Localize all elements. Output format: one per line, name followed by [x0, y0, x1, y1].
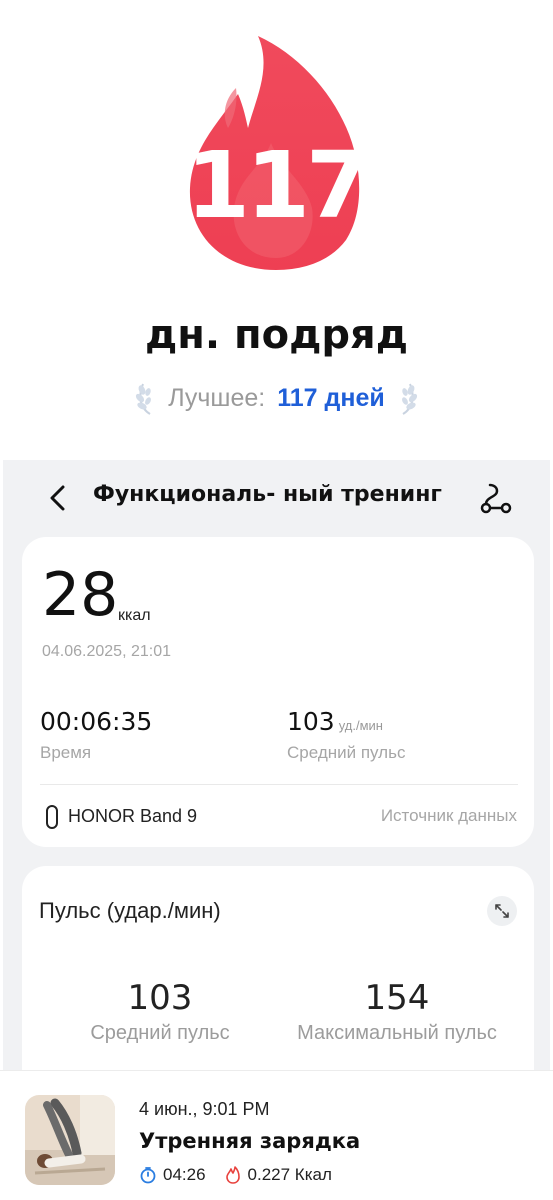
expand-icon — [495, 904, 509, 918]
pulse-card-title: Пульс (удар./мин) — [39, 898, 221, 923]
workout-photo — [25, 1095, 115, 1185]
duration-value: 00:06:35 — [40, 709, 152, 734]
duration-text: 00:06:35 — [40, 707, 153, 736]
pulse-avg-label: Средний пульс — [90, 1022, 230, 1044]
timer-icon — [140, 1167, 156, 1184]
calories-value: 28 — [42, 560, 119, 630]
streak-label: дн. подряд — [144, 312, 409, 358]
item-duration: 04:26 — [163, 1165, 206, 1184]
workout-topbar: Функциональ- ный тренинг — [3, 460, 550, 536]
workout-list-item[interactable]: 4 июн., 9:01 PM Утренняя зарядка 04:26 0… — [0, 1070, 553, 1200]
expand-button[interactable] — [487, 896, 517, 926]
streak-section: 117 дн. подряд Лучшее: 117 дней — [0, 0, 553, 460]
item-calories: 0.227 Ккал — [247, 1165, 332, 1184]
device-name: HONOR Band 9 — [68, 806, 198, 826]
best-streak-row: Лучшее: 117 дней — [0, 378, 553, 418]
item-date: 4 июн., 9:01 PM — [139, 1099, 270, 1119]
duration-label: Время — [40, 743, 92, 762]
workout-datetime: 04.06.2025, 21:01 — [42, 643, 172, 660]
best-streak-label: Лучшее: — [168, 383, 266, 412]
calories-unit: ккал — [118, 607, 151, 624]
pulse-max-value: 154 — [364, 978, 430, 1018]
workout-summary-card: 28 ккал 04.06.2025, 21:01 00:06:35 Время… — [22, 537, 534, 847]
pulse-card: Пульс (удар./мин) 103 Средний пульс 154 … — [22, 866, 534, 1070]
route-icon[interactable] — [477, 479, 515, 517]
avg-pulse-value: 103 — [287, 707, 335, 736]
streak-days-count: 117 — [185, 132, 370, 239]
pulse-max-label: Максимальный пульс — [297, 1022, 497, 1044]
laurel-right-icon — [401, 383, 417, 415]
avg-pulse-unit: уд./мин — [338, 718, 383, 733]
divider — [40, 784, 518, 785]
item-title: Утренняя зарядка — [139, 1129, 361, 1153]
item-meta: 04:26 0.227 Ккал — [139, 1163, 350, 1187]
workout-thumbnail — [25, 1095, 115, 1185]
best-streak-value: 117 дней — [277, 383, 385, 412]
fire-icon — [225, 1166, 240, 1184]
pulse-avg-value: 103 — [127, 978, 193, 1018]
laurel-left-icon — [136, 383, 152, 415]
workout-detail-panel: Функциональ- ный тренинг 28 ккал 04.06.2… — [3, 460, 550, 1070]
avg-pulse-stat: 103 уд./мин — [287, 709, 383, 734]
avg-pulse-label: Средний пульс — [287, 743, 406, 762]
watch-icon — [46, 805, 58, 829]
workout-title: Функциональ- ный тренинг — [93, 482, 442, 507]
data-source-link[interactable]: Источник данных — [381, 806, 517, 826]
back-arrow-icon[interactable] — [41, 480, 77, 516]
